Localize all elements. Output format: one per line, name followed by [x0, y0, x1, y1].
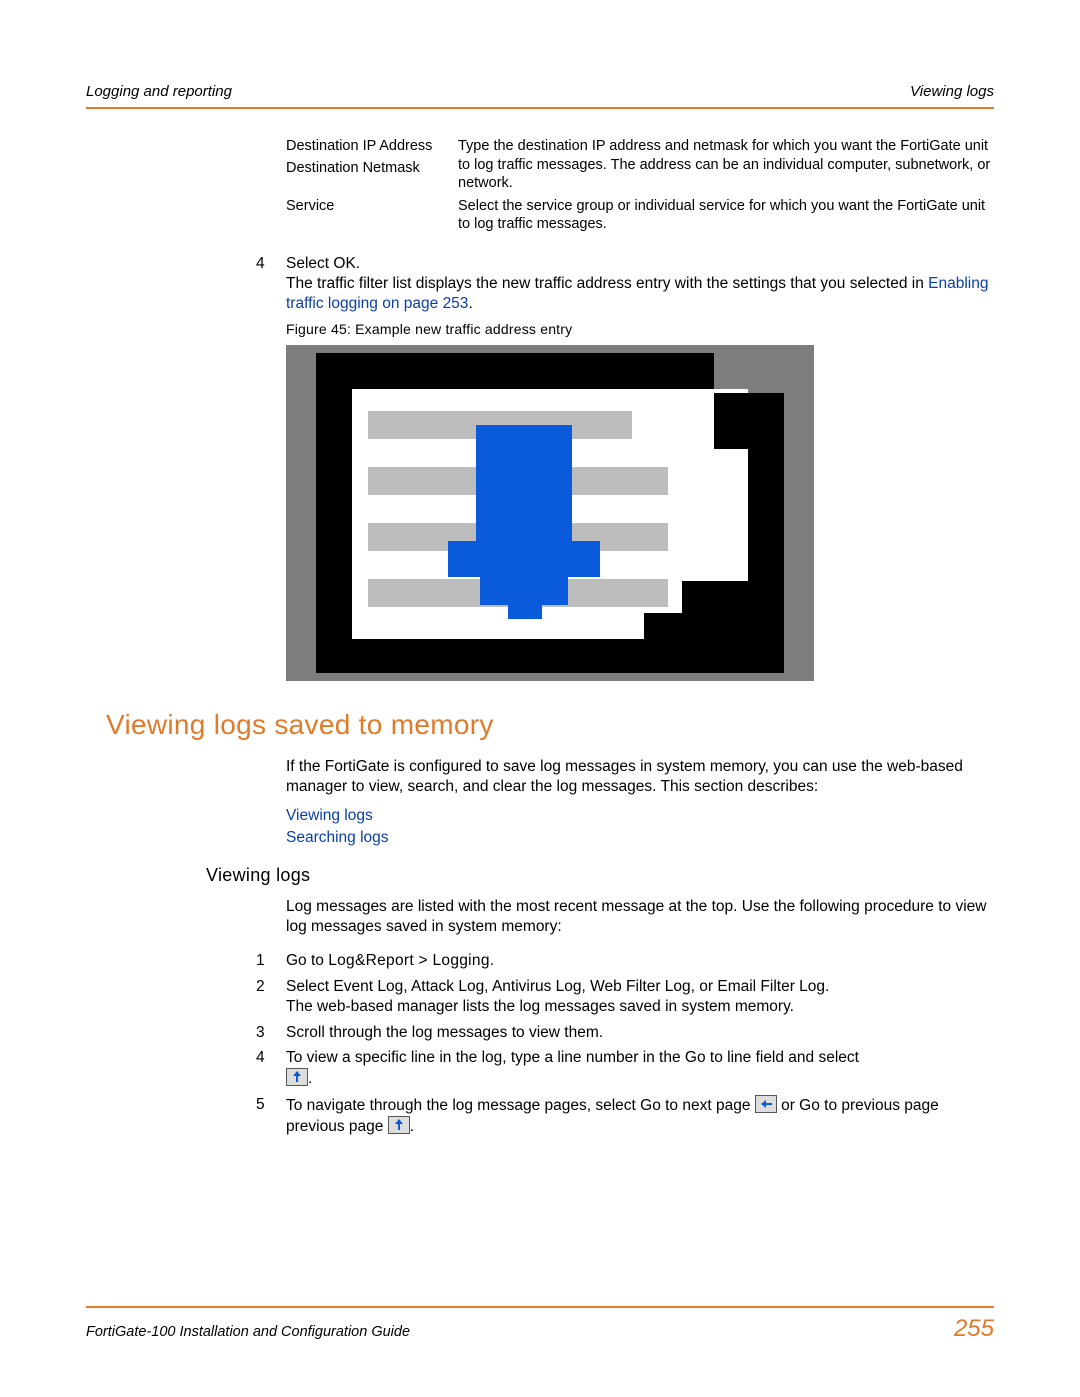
step2-number: 2: [256, 971, 286, 1017]
intro-paragraph: If the FortiGate is configured to save l…: [286, 757, 994, 797]
step5-number: 5: [256, 1089, 286, 1137]
defterm-service: Service: [286, 195, 458, 236]
term-dest-netmask: Destination Netmask: [286, 156, 454, 178]
step2-body: Select Event Log, Attack Log, Antivirus …: [286, 971, 994, 1017]
step3-body: Scroll through the log messages to view …: [286, 1017, 994, 1043]
figure-45-image: [286, 345, 814, 681]
step3-number: 3: [256, 1017, 286, 1043]
link-viewing-logs[interactable]: Viewing logs: [286, 805, 994, 827]
page-header: Logging and reporting Viewing logs: [86, 82, 994, 109]
header-right: Viewing logs: [910, 82, 994, 101]
step4-number: 4: [256, 250, 286, 707]
menu-path: Log&Report > Logging: [328, 952, 490, 969]
link-searching-logs[interactable]: Searching logs: [286, 827, 994, 849]
figure-caption: Figure 45: Example new traffic address e…: [286, 321, 994, 339]
prev-page-icon[interactable]: [388, 1116, 410, 1134]
footer-title: FortiGate-100 Installation and Configura…: [86, 1323, 410, 1342]
defterm-dest-ip: Destination IP Address Destination Netma…: [286, 135, 458, 195]
step4-line1: Select OK.: [286, 254, 994, 274]
page-number: 255: [954, 1314, 994, 1345]
definition-table: Destination IP Address Destination Netma…: [286, 135, 994, 236]
step1-number: 1: [256, 945, 286, 971]
step4-body: Select OK. The traffic filter list displ…: [286, 250, 994, 707]
step-4-block: 4 Select OK. The traffic filter list dis…: [256, 250, 994, 707]
go-to-line-icon[interactable]: [286, 1068, 308, 1086]
step5-body: To navigate through the log message page…: [286, 1089, 994, 1137]
defdesc-dest: Type the destination IP address and netm…: [458, 135, 994, 195]
step4-line2: The traffic filter list displays the new…: [286, 274, 994, 314]
sub-links: Viewing logs Searching logs: [286, 805, 994, 849]
step4b-body: To view a specific line in the log, type…: [286, 1042, 994, 1089]
page-footer: FortiGate-100 Installation and Configura…: [86, 1306, 994, 1345]
procedure-list: 1 Go to Log&Report > Logging. 2 Select E…: [256, 945, 994, 1137]
heading-viewing-logs-memory: Viewing logs saved to memory: [106, 707, 994, 743]
next-page-icon[interactable]: [755, 1095, 777, 1113]
intro2-paragraph: Log messages are listed with the most re…: [286, 897, 994, 937]
header-left: Logging and reporting: [86, 82, 232, 101]
defdesc-service: Select the service group or individual s…: [458, 195, 994, 236]
link-page-ref[interactable]: on page 253: [378, 295, 469, 312]
step1-body: Go to Log&Report > Logging.: [286, 945, 994, 971]
heading-viewing-logs: Viewing logs: [206, 864, 994, 887]
step4b-number: 4: [256, 1042, 286, 1089]
term-dest-ip-address: Destination IP Address: [286, 137, 454, 156]
